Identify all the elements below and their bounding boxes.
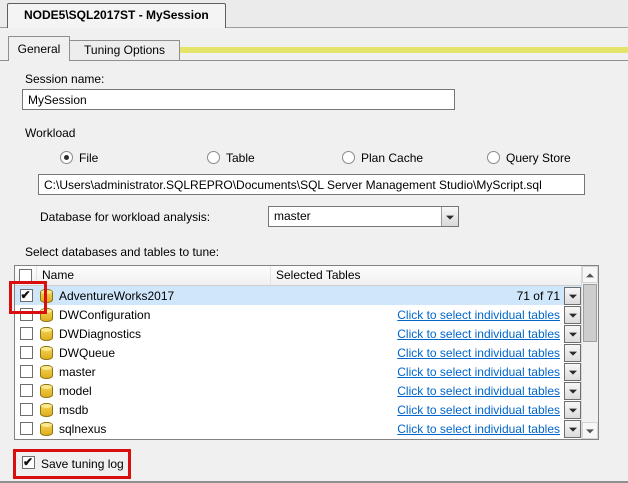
database-icon bbox=[40, 345, 53, 360]
database-icon bbox=[40, 383, 53, 398]
database-icon bbox=[40, 326, 53, 341]
database-for-analysis-value: master bbox=[274, 209, 311, 223]
combobox-drop-button[interactable] bbox=[441, 207, 458, 226]
database-name: model bbox=[59, 383, 92, 398]
workload-radio-plan-cache[interactable] bbox=[342, 151, 355, 164]
table-row-master[interactable]: master Click to select individual tables bbox=[15, 362, 581, 381]
table-row-dwdiagnostics[interactable]: DWDiagnostics Click to select individual… bbox=[15, 324, 581, 343]
scroll-down-button[interactable] bbox=[582, 422, 598, 439]
column-header-selected-tables[interactable]: Selected Tables bbox=[271, 266, 581, 285]
table-row-msdb[interactable]: msdb Click to select individual tables bbox=[15, 400, 581, 419]
grid-scrollbar[interactable] bbox=[581, 266, 598, 439]
tune-grid-caption: Select databases and tables to tune: bbox=[25, 245, 220, 259]
chevron-down-icon bbox=[568, 408, 577, 413]
workload-radio-table-label: Table bbox=[226, 151, 255, 165]
save-tuning-log-checkbox[interactable] bbox=[22, 455, 35, 469]
database-name: msdb bbox=[59, 402, 89, 417]
tables-dropdown-button[interactable] bbox=[564, 324, 581, 343]
row-checkbox[interactable] bbox=[19, 384, 33, 397]
select-individual-tables-link[interactable]: Click to select individual tables bbox=[397, 403, 560, 417]
column-header-name[interactable]: Name bbox=[37, 266, 271, 285]
database-icon bbox=[40, 307, 53, 322]
tab-tuning-options-label: Tuning Options bbox=[84, 43, 165, 57]
workload-group-label: Workload bbox=[25, 126, 76, 140]
workload-radio-table[interactable] bbox=[207, 151, 220, 164]
row-checkbox[interactable] bbox=[19, 308, 33, 321]
session-name-label: Session name: bbox=[25, 72, 105, 86]
tab-tuning-options[interactable]: Tuning Options bbox=[70, 40, 180, 60]
chevron-down-icon bbox=[568, 389, 577, 394]
workload-radio-plan-cache-label: Plan Cache bbox=[361, 151, 424, 165]
tables-dropdown-button[interactable] bbox=[564, 381, 581, 400]
database-name: master bbox=[59, 364, 96, 379]
chevron-down-icon bbox=[568, 427, 577, 432]
row-checkbox[interactable] bbox=[19, 288, 33, 302]
select-individual-tables-link[interactable]: Click to select individual tables bbox=[397, 365, 560, 379]
selected-tables-count: 71 of 71 bbox=[516, 288, 560, 303]
database-icon bbox=[40, 421, 53, 436]
row-checkbox[interactable] bbox=[19, 346, 33, 359]
chevron-up-icon bbox=[586, 272, 594, 277]
chevron-down-icon bbox=[568, 370, 577, 375]
workload-file-path-input[interactable] bbox=[38, 174, 585, 195]
session-document-tab[interactable]: NODE5\SQL2017ST - MySession bbox=[7, 3, 226, 28]
workload-radio-file-label: File bbox=[79, 151, 99, 165]
tables-dropdown-button[interactable] bbox=[564, 362, 581, 381]
chevron-down-icon bbox=[446, 215, 454, 220]
chevron-down-icon bbox=[568, 294, 577, 299]
tuning-advisor-window: NODE5\SQL2017ST - MySession General Tuni… bbox=[0, 0, 628, 483]
database-name: DWConfiguration bbox=[59, 307, 151, 322]
select-individual-tables-link[interactable]: Click to select individual tables bbox=[397, 346, 560, 360]
row-checkbox[interactable] bbox=[19, 422, 33, 435]
select-individual-tables-link[interactable]: Click to select individual tables bbox=[397, 327, 560, 341]
tables-dropdown-button[interactable] bbox=[564, 305, 581, 324]
grid-body: AdventureWorks2017 71 of 71 DWConfigurat… bbox=[15, 286, 581, 439]
database-name: AdventureWorks2017 bbox=[59, 288, 175, 303]
table-row-model[interactable]: model Click to select individual tables bbox=[15, 381, 581, 400]
databases-grid: Name Selected Tables AdventureWorks2017 … bbox=[14, 265, 599, 440]
database-icon bbox=[40, 288, 53, 303]
tables-dropdown-button[interactable] bbox=[564, 286, 581, 305]
database-name: DWQueue bbox=[59, 345, 116, 360]
workload-radio-file[interactable] bbox=[60, 151, 73, 164]
database-for-analysis-combobox[interactable]: master bbox=[268, 206, 459, 227]
tab-general[interactable]: General bbox=[8, 36, 70, 61]
workload-radio-query-store[interactable] bbox=[487, 151, 500, 164]
chevron-down-icon bbox=[586, 428, 594, 433]
tables-dropdown-button[interactable] bbox=[564, 400, 581, 419]
table-row-dwconfiguration[interactable]: DWConfiguration Click to select individu… bbox=[15, 305, 581, 324]
scroll-up-button[interactable] bbox=[582, 266, 598, 283]
select-individual-tables-link[interactable]: Click to select individual tables bbox=[397, 384, 560, 398]
select-individual-tables-link[interactable]: Click to select individual tables bbox=[397, 422, 560, 436]
tables-dropdown-button[interactable] bbox=[564, 419, 581, 438]
database-for-analysis-label: Database for workload analysis: bbox=[40, 210, 211, 224]
row-checkbox[interactable] bbox=[19, 403, 33, 416]
scrollbar-thumb[interactable] bbox=[583, 284, 597, 342]
database-icon bbox=[40, 402, 53, 417]
select-all-checkbox[interactable] bbox=[19, 269, 32, 282]
select-individual-tables-link[interactable]: Click to select individual tables bbox=[397, 308, 560, 322]
chevron-down-icon bbox=[568, 332, 577, 337]
row-checkbox[interactable] bbox=[19, 365, 33, 378]
table-row-sqlnexus[interactable]: sqlnexus Click to select individual tabl… bbox=[15, 419, 581, 438]
database-name: sqlnexus bbox=[59, 421, 107, 436]
database-icon bbox=[40, 364, 53, 379]
chevron-down-icon bbox=[568, 351, 577, 356]
workload-radio-query-store-label: Query Store bbox=[506, 151, 571, 165]
save-tuning-log-label: Save tuning log bbox=[41, 457, 124, 471]
row-checkbox[interactable] bbox=[19, 327, 33, 340]
grid-header: Name Selected Tables bbox=[15, 266, 581, 286]
session-name-input[interactable] bbox=[22, 89, 455, 110]
tab-general-label: General bbox=[17, 42, 61, 56]
session-document-tab-label: NODE5\SQL2017ST - MySession bbox=[24, 8, 209, 22]
table-row-adventureworks2017[interactable]: AdventureWorks2017 71 of 71 bbox=[15, 286, 581, 305]
tables-dropdown-button[interactable] bbox=[564, 343, 581, 362]
chevron-down-icon bbox=[568, 313, 577, 318]
tab-accent-bar bbox=[180, 47, 628, 53]
table-row-dwqueue[interactable]: DWQueue Click to select individual table… bbox=[15, 343, 581, 362]
database-name: DWDiagnostics bbox=[59, 326, 142, 341]
